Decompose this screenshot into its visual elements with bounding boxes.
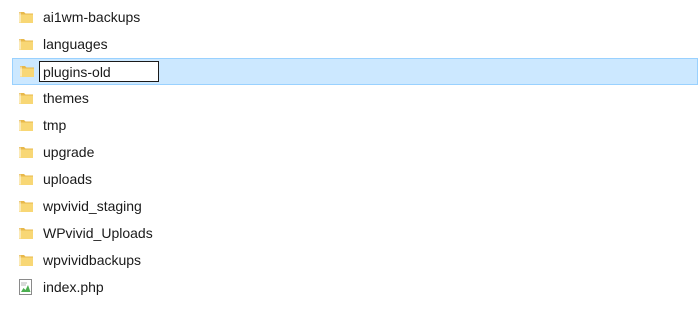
folder-icon [19, 228, 33, 239]
list-item-folder[interactable]: WPvivid_Uploads [0, 220, 698, 247]
list-item-folder[interactable]: tmp [0, 112, 698, 139]
list-item-folder[interactable]: ai1wm-backups [0, 4, 698, 31]
list-item-folder[interactable]: wpvivid_staging [0, 193, 698, 220]
list-item-folder[interactable]: uploads [0, 166, 698, 193]
list-item-folder[interactable]: languages [0, 31, 698, 58]
folder-icon [19, 201, 33, 212]
list-item-folder-selected[interactable] [12, 58, 698, 85]
file-name-label: upgrade [43, 144, 95, 160]
folder-icon [19, 39, 33, 50]
file-name-label: languages [43, 36, 108, 52]
file-name-label: uploads [43, 171, 93, 187]
list-item-folder[interactable]: wpvividbackups [0, 247, 698, 274]
file-list: ai1wm-backups languages themes [0, 4, 698, 301]
rename-input[interactable] [39, 61, 159, 82]
file-name-label: tmp [43, 117, 67, 133]
file-name-label: themes [43, 90, 89, 106]
folder-icon [19, 147, 33, 158]
folder-icon [19, 255, 33, 266]
list-item-folder[interactable]: upgrade [0, 139, 698, 166]
file-name-label: wpvividbackups [43, 252, 142, 268]
file-name-label: index.php [43, 279, 104, 295]
list-item-folder[interactable]: themes [0, 85, 698, 112]
folder-icon [19, 174, 33, 185]
file-name-label: wpvivid_staging [43, 198, 142, 214]
folder-icon [19, 93, 33, 104]
php-file-icon [19, 279, 32, 295]
file-name-label: WPvivid_Uploads [43, 225, 153, 241]
folder-icon [19, 120, 33, 131]
folder-icon [20, 66, 34, 77]
folder-icon [19, 12, 33, 23]
file-name-label: ai1wm-backups [43, 9, 141, 25]
list-item-file[interactable]: index.php [0, 274, 698, 301]
